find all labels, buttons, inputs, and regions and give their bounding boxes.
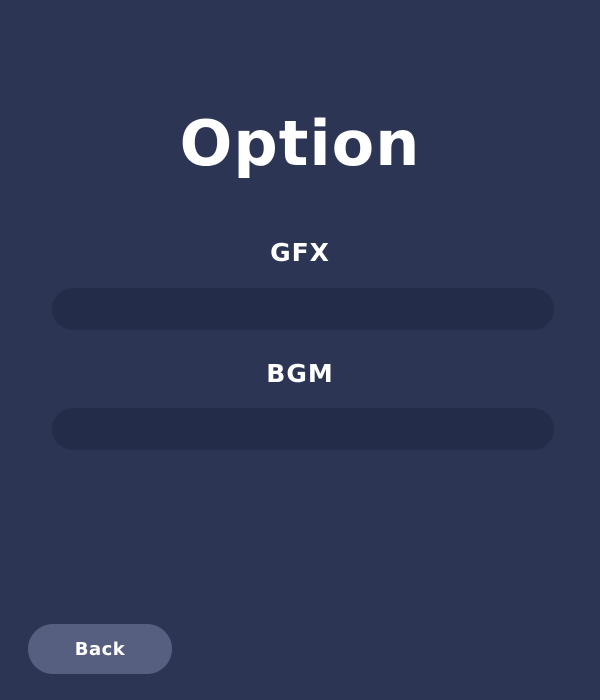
bgm-slider[interactable] (52, 408, 554, 450)
back-button[interactable]: Back (28, 624, 172, 674)
bgm-label: BGM (266, 359, 334, 388)
options-screen: Option GFX BGM Back (0, 0, 600, 700)
gfx-slider[interactable] (52, 288, 554, 330)
gfx-label: GFX (270, 238, 330, 267)
page-title: Option (179, 107, 421, 180)
